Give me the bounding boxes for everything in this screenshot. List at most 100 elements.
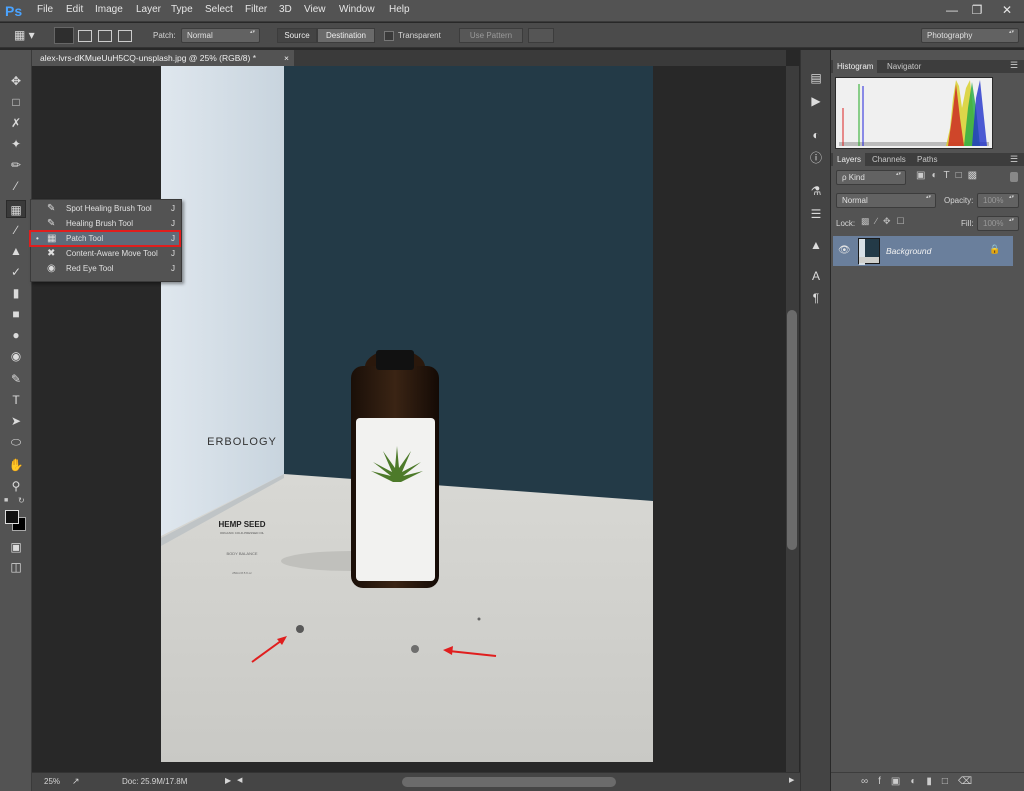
menu-view[interactable]: View (304, 4, 326, 15)
visibility-eye-icon[interactable]: 👁 (838, 245, 851, 256)
hand-tool-icon[interactable]: ✋ (6, 456, 26, 474)
gradient-tool-icon[interactable]: ■ (6, 305, 26, 323)
histogram-menu-icon[interactable]: ☰ (1010, 60, 1018, 71)
zoom-tool-icon[interactable]: ⚲ (6, 477, 26, 495)
dodge-tool-icon[interactable]: ◉ (6, 347, 26, 365)
tab-navigator[interactable]: Navigator (883, 60, 925, 73)
document-tab[interactable]: alex-lvrs-dKMueUuH5CQ-unsplash.jpg @ 25%… (32, 50, 294, 66)
marquee-tool-icon[interactable]: □ (6, 93, 26, 111)
stamp-tool-icon[interactable]: ▲ (6, 242, 26, 260)
scroll-left-icon[interactable]: ◀ (237, 776, 242, 784)
paragraph-dock-icon[interactable]: ¶ (808, 290, 824, 306)
menu-select[interactable]: Select (205, 4, 233, 15)
patch-label: Patch: (153, 31, 176, 40)
layers-menu-icon[interactable]: ☰ (1010, 154, 1018, 165)
brush-tool-icon[interactable]: ∕ (6, 221, 26, 239)
close-window-button[interactable]: ✕ (990, 1, 1024, 19)
pen-tool-icon[interactable]: ✎ (6, 370, 26, 388)
blur-tool-icon[interactable]: ● (6, 326, 26, 344)
vertical-scroll-thumb[interactable] (787, 310, 797, 550)
document-canvas[interactable]: ERBOLOGY HEMP SEED ORGANIC COLD-PRESSED … (161, 66, 653, 762)
restore-button[interactable]: ❐ (964, 1, 990, 19)
character-dock-icon[interactable]: A (808, 268, 824, 284)
histogram-dock-icon[interactable]: ▤ (808, 70, 824, 86)
status-menu-arrow-icon[interactable]: ▶ (225, 776, 231, 785)
menu-image[interactable]: Image (95, 4, 123, 15)
layer-row-background[interactable]: 👁 Background 🔒 (833, 236, 1013, 266)
eyedropper-icon[interactable]: ⁄ (6, 177, 26, 195)
pattern-picker[interactable] (528, 28, 554, 43)
tab-paths[interactable]: Paths (913, 153, 941, 166)
zoom-level[interactable]: 25% (44, 777, 60, 786)
new-selection-icon[interactable] (54, 27, 74, 44)
crop-tool-icon[interactable]: ✏ (6, 156, 26, 174)
filter-toggle[interactable] (1010, 172, 1018, 182)
menu-file[interactable]: File (37, 4, 53, 15)
eraser-tool-icon[interactable]: ▮ (6, 284, 26, 302)
export-icon[interactable]: ↗ (72, 776, 80, 787)
add-selection-icon[interactable] (78, 30, 92, 42)
flyout-content-aware-move[interactable]: ✖ Content-Aware Move Tool J (31, 246, 181, 261)
source-button[interactable]: Source (277, 28, 317, 43)
minimize-button[interactable]: — (939, 1, 965, 19)
flyout-healing-brush[interactable]: ✎ Healing Brush Tool J (31, 216, 181, 231)
red-eye-icon: ◉ (47, 263, 56, 274)
layers-footer-icons[interactable]: ∞f▣◐▮□⌫ (861, 776, 1021, 789)
ellipse-tool-icon[interactable]: ⬭ (6, 433, 26, 451)
layer-filter-kind[interactable]: ρ Kind (836, 170, 906, 185)
menu-layer[interactable]: Layer (136, 4, 161, 15)
layer-filter-icons[interactable]: ▣◐T□▩ (916, 170, 1006, 185)
default-colors-icon[interactable]: ■ (4, 497, 12, 504)
close-tab-icon[interactable]: × (284, 50, 289, 66)
foreground-color-swatch[interactable] (5, 510, 19, 524)
patch-tool-highlight (29, 230, 181, 247)
blend-mode-dropdown[interactable]: Normal (836, 193, 936, 208)
lock-label: Lock: (836, 219, 856, 228)
menu-filter[interactable]: Filter (245, 4, 267, 15)
photoshop-logo: Ps (5, 3, 23, 19)
history-brush-icon[interactable]: ✓ (6, 263, 26, 281)
menu-help[interactable]: Help (389, 4, 410, 15)
flyout-red-eye[interactable]: ◉ Red Eye Tool J (31, 261, 181, 276)
layer-name[interactable]: Background (886, 246, 931, 256)
lock-icons[interactable]: ▩∕✥☐ (861, 216, 931, 229)
screen-mode-icon[interactable]: ◫ (6, 558, 26, 576)
use-pattern-button[interactable]: Use Pattern (459, 28, 523, 43)
opacity-field[interactable]: 100% (977, 193, 1019, 208)
menu-3d[interactable]: 3D (279, 4, 292, 15)
tab-histogram[interactable]: Histogram (833, 60, 878, 73)
menu-edit[interactable]: Edit (66, 4, 83, 15)
horizontal-scroll-thumb[interactable] (402, 777, 616, 787)
quick-selection-icon[interactable]: ✦ (6, 135, 26, 153)
subtract-selection-icon[interactable] (98, 30, 112, 42)
patch-mode-dropdown[interactable]: Normal (181, 28, 260, 43)
vertical-scrollbar[interactable] (786, 66, 799, 772)
menu-window[interactable]: Window (339, 4, 375, 15)
tab-channels[interactable]: Channels (868, 153, 910, 166)
clone-source-dock-icon[interactable]: ▲ (808, 237, 824, 253)
swap-colors-icon[interactable]: ↻ (18, 496, 26, 505)
actions-dock-icon[interactable]: ▶ (808, 93, 824, 109)
type-tool-icon[interactable]: T (6, 391, 26, 409)
scroll-right-icon[interactable]: ▶ (789, 776, 794, 784)
workspace-dropdown[interactable]: Photography (921, 28, 1019, 43)
adjustments-dock-icon[interactable]: ◐ (808, 127, 824, 143)
histogram-graph (835, 77, 993, 149)
quick-mask-icon[interactable]: ▣ (6, 538, 26, 556)
fill-field[interactable]: 100% (977, 216, 1019, 231)
path-selection-icon[interactable]: ➤ (6, 412, 26, 430)
menu-type[interactable]: Type (171, 4, 193, 15)
brush-dock-icon[interactable]: ⚗ (808, 183, 824, 199)
lasso-tool-icon[interactable]: ✗ (6, 114, 26, 132)
intersect-selection-icon[interactable] (118, 30, 132, 42)
info-dock-icon[interactable]: ⓘ (808, 150, 824, 166)
transparent-checkbox[interactable] (384, 31, 394, 41)
tab-layers[interactable]: Layers (833, 153, 866, 166)
flyout-spot-healing[interactable]: ✎ Spot Healing Brush Tool J (31, 201, 181, 216)
destination-button[interactable]: Destination (317, 28, 375, 43)
patch-tool-icon[interactable]: ▦ (6, 200, 26, 218)
tool-presets-dock-icon[interactable]: ☰ (808, 206, 824, 222)
doc-size: Doc: 25.9M/17.8M (122, 777, 188, 786)
patch-tool-preset-icon[interactable]: ▦ ▾ (14, 27, 36, 44)
move-tool-icon[interactable]: ✥ (6, 72, 26, 90)
